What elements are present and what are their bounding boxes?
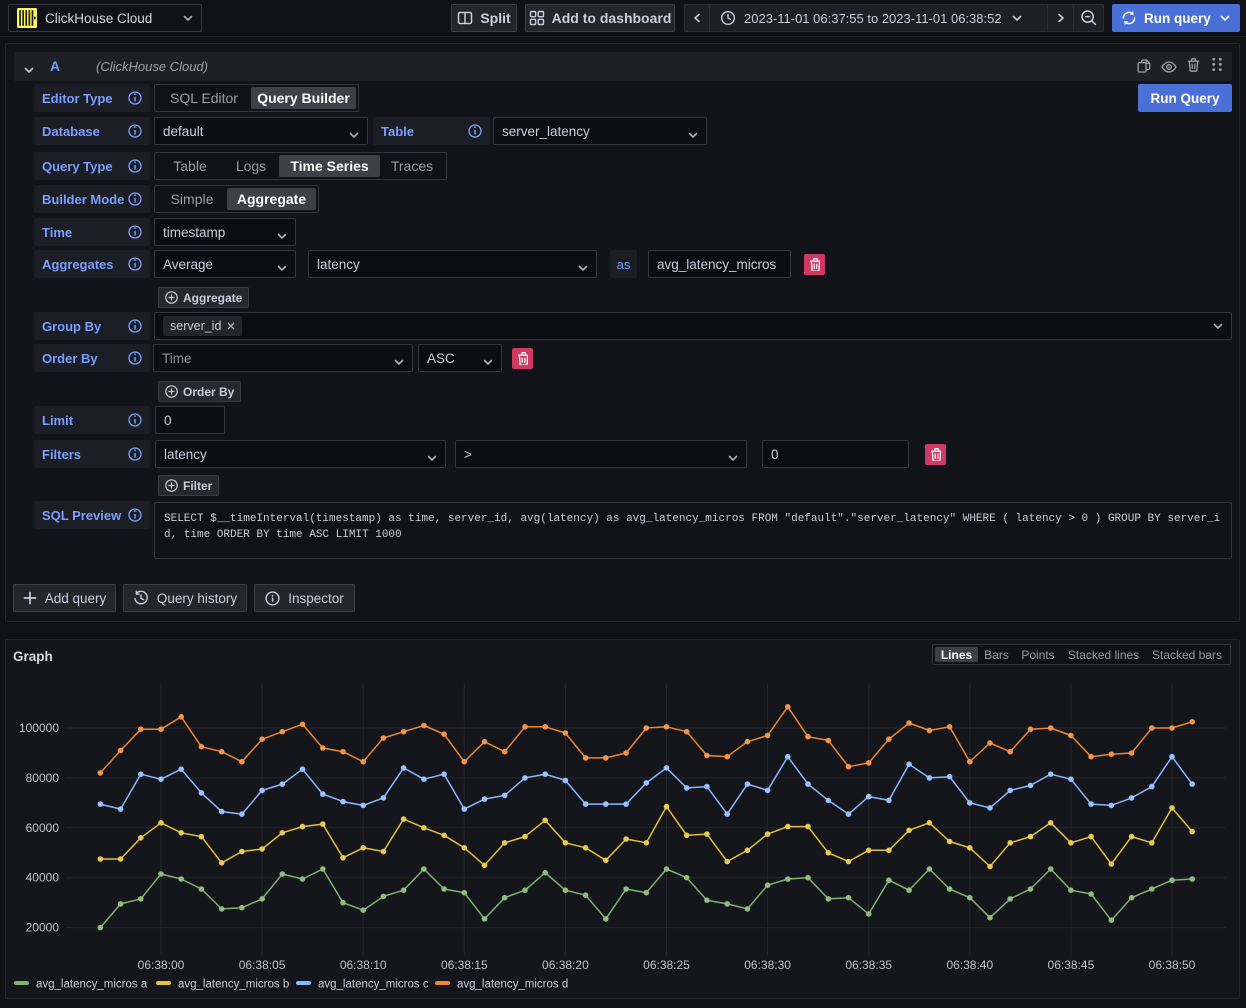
svg-text:06:38:40: 06:38:40 [946,958,993,972]
svg-text:60000: 60000 [26,821,60,835]
svg-text:80000: 80000 [26,771,60,785]
svg-text:avg_latency_micros a: avg_latency_micros a [36,979,148,991]
svg-text:avg_latency_micros b: avg_latency_micros b [178,979,289,991]
svg-text:06:38:50: 06:38:50 [1149,958,1196,972]
svg-text:06:38:35: 06:38:35 [845,958,892,972]
svg-text:avg_latency_micros d: avg_latency_micros d [457,979,568,991]
svg-text:06:38:25: 06:38:25 [643,958,690,972]
svg-text:06:38:20: 06:38:20 [542,958,589,972]
svg-text:40000: 40000 [26,871,60,885]
svg-text:06:38:15: 06:38:15 [441,958,488,972]
svg-text:avg_latency_micros c: avg_latency_micros c [318,979,429,991]
svg-text:06:38:00: 06:38:00 [138,958,185,972]
svg-text:100000: 100000 [19,721,59,735]
svg-text:06:38:30: 06:38:30 [744,958,791,972]
svg-text:06:38:10: 06:38:10 [340,958,387,972]
svg-text:06:38:05: 06:38:05 [239,958,286,972]
svg-text:20000: 20000 [26,921,60,935]
svg-text:06:38:45: 06:38:45 [1048,958,1095,972]
